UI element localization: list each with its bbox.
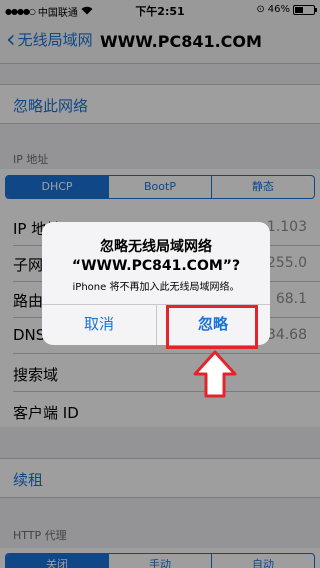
alert-message: iPhone 将不再加入此无线局域网络。: [72, 282, 240, 293]
cancel-button[interactable]: 取消: [42, 304, 156, 345]
highlight-box: [166, 305, 258, 349]
up-arrow-icon: [193, 350, 237, 398]
alert-network-name: “WWW.PC841.COM”?: [71, 258, 241, 274]
alert-title: 忽略无线局域网络: [100, 239, 212, 255]
